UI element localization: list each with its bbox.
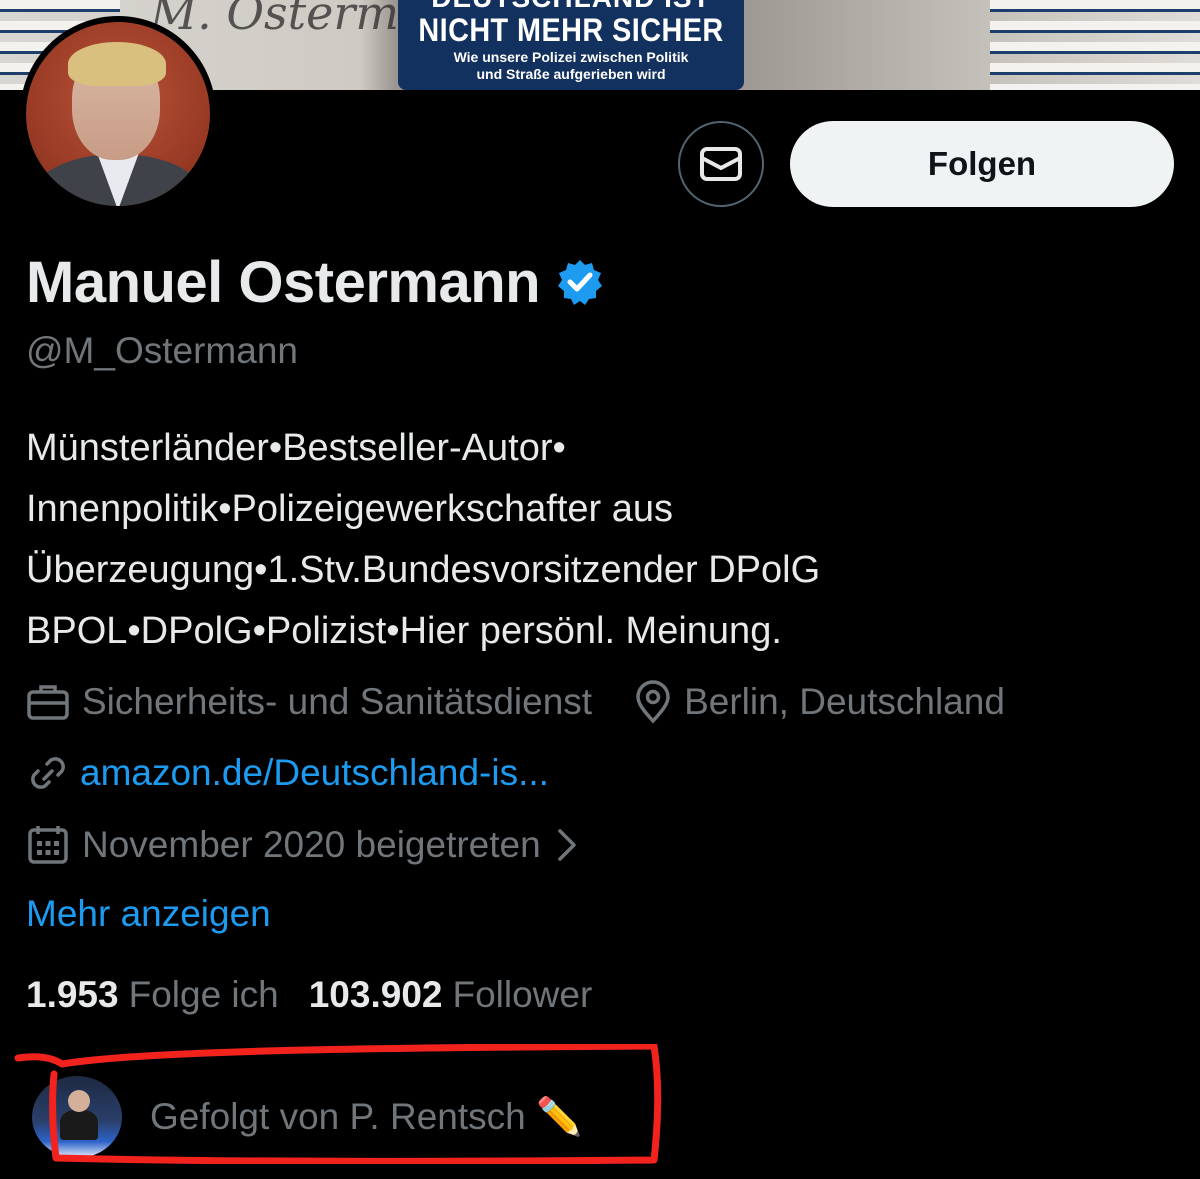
calendar-icon — [28, 826, 68, 864]
verified-badge-icon — [558, 260, 603, 305]
followers-count: 103.902 — [308, 974, 443, 1015]
banner-book-stack-right — [990, 0, 1200, 90]
followers-stat[interactable]: 103.902 Follower — [309, 974, 593, 1016]
profile-name: Manuel Ostermann — [26, 249, 541, 315]
profile-stats: 1.953 Folge ich 103.902 Follower — [26, 974, 592, 1016]
profile-location: Berlin, Deutschland — [634, 680, 1005, 724]
banner-book-cover: DEUTSCHLAND IST NICHT MEHR SICHER Wie un… — [398, 0, 744, 90]
profile-meta-row-1: Sicherheits- und Sanitätsdienst Berlin, … — [26, 680, 1005, 724]
followers-label: Follower — [452, 974, 593, 1015]
envelope-icon — [700, 147, 742, 181]
chevron-right-icon — [557, 829, 576, 861]
profile-joined-label: November 2020 beigetreten — [82, 824, 541, 865]
profile-location-label: Berlin, Deutschland — [684, 681, 1005, 722]
profile-link-row: amazon.de/Deutschland-is... — [26, 752, 549, 794]
book-subtitle-line2: und Straße aufgerieben wird — [476, 66, 666, 82]
profile-category: Sicherheits- und Sanitätsdienst — [26, 681, 592, 723]
following-stat[interactable]: 1.953 Folge ich — [26, 974, 279, 1016]
following-count: 1.953 — [26, 974, 119, 1015]
avatar-photo — [26, 22, 210, 206]
briefcase-icon — [27, 685, 69, 720]
profile-bio: Münsterländer•Bestseller-Autor• Innenpol… — [26, 427, 821, 652]
message-button[interactable] — [678, 121, 764, 207]
profile-name-row: Manuel Ostermann — [26, 247, 604, 317]
follower-avatar — [32, 1076, 122, 1158]
book-title: NICHT MEHR SICHER — [418, 12, 724, 48]
profile-joined-row[interactable]: November 2020 beigetreten — [26, 824, 581, 866]
link-icon — [31, 757, 65, 789]
followed-by-row[interactable]: Gefolgt von P. Rentsch ✏️ — [32, 1076, 582, 1158]
location-pin-icon — [636, 680, 670, 724]
book-subtitle-line1: Wie unsere Polizei zwischen Politik — [453, 49, 689, 65]
profile-website-link[interactable]: amazon.de/Deutschland-is... — [80, 752, 549, 794]
show-more-link[interactable]: Mehr anzeigen — [26, 893, 271, 935]
follow-button[interactable]: Folgen — [790, 121, 1174, 207]
banner-signature: M. Osterm — [150, 0, 399, 40]
following-label: Folge ich — [128, 974, 279, 1015]
profile-category-label: Sicherheits- und Sanitätsdienst — [82, 681, 593, 722]
profile-handle: @M_Ostermann — [26, 330, 298, 371]
followed-by-text: Gefolgt von P. Rentsch ✏️ — [150, 1095, 583, 1137]
profile-avatar[interactable] — [20, 16, 216, 212]
